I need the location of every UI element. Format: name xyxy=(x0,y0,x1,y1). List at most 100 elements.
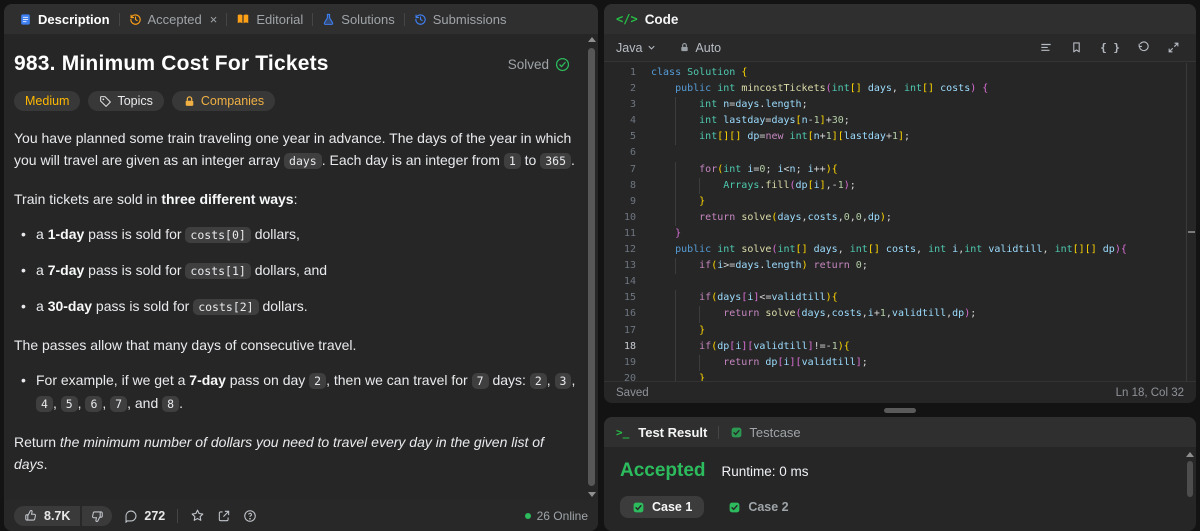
code-line[interactable]: 6 xyxy=(604,145,1186,161)
code-line[interactable]: 14 xyxy=(604,274,1186,290)
expand-icon[interactable] xyxy=(1167,41,1180,54)
description-tabbar: Description Accepted × Editorial Solutions Su… xyxy=(4,4,598,34)
online-count: 26 Online xyxy=(536,508,588,523)
code-line[interactable]: 1 class Solution { xyxy=(604,65,1186,81)
book-orange-icon xyxy=(236,12,250,26)
like-button[interactable]: 8.7K xyxy=(14,505,81,526)
format-icon[interactable] xyxy=(1039,41,1053,55)
code-line[interactable]: 18 if(dp[i][validtill]!=-1){ xyxy=(604,339,1186,355)
tab-separator xyxy=(226,12,228,26)
dislike-button[interactable] xyxy=(82,505,113,526)
inline-code: 1 xyxy=(503,153,521,169)
code-line[interactable]: 19 return dp[i][validtill]; xyxy=(604,355,1186,371)
lock-icon xyxy=(185,95,194,106)
line-number: 11 xyxy=(623,227,636,239)
scrollbar-thumb[interactable] xyxy=(588,48,595,486)
line-number: 9 xyxy=(629,195,636,207)
test-result-content: Accepted Runtime: 0 ms Case 1 Case 2 xyxy=(604,447,1196,518)
help-button[interactable] xyxy=(243,509,257,523)
code-line[interactable]: 4 int lastday=days[n-1]+30; xyxy=(604,113,1186,129)
description-list: a 1-day pass is sold for costs[0] dollar… xyxy=(14,223,576,318)
language-selector[interactable]: Java xyxy=(616,41,657,55)
overview-ruler[interactable] xyxy=(1186,63,1196,381)
code-line[interactable]: 15 if(days[i]<=validtill){ xyxy=(604,290,1186,306)
bookmark-icon[interactable] xyxy=(1070,41,1083,54)
code-text: } xyxy=(675,227,682,239)
panel-resize-handle[interactable] xyxy=(884,408,916,413)
list-item: For example, if we get a 7-day pass on d… xyxy=(14,369,576,415)
line-number: 14 xyxy=(623,276,636,288)
code-line[interactable]: 2 public int mincostTickets(int[] days, … xyxy=(604,81,1186,97)
lock-small-icon xyxy=(681,43,689,52)
comments-button[interactable]: 272 xyxy=(124,509,165,523)
code-line[interactable]: 16 return solve(days,costs,i+1,validtill… xyxy=(604,306,1186,322)
companies-badge[interactable]: Companies xyxy=(171,91,276,111)
code-line[interactable]: 13 if(i>=days.length) return 0; xyxy=(604,258,1186,274)
tab-testcase[interactable]: Testcase xyxy=(730,425,801,440)
tab-submissions[interactable]: Submissions xyxy=(407,4,514,34)
doc-blue-icon xyxy=(19,13,32,26)
autocomplete-toggle[interactable]: Auto xyxy=(679,41,721,55)
vote-group: 8.7K xyxy=(14,505,113,526)
problem-content: 983. Minimum Cost For Tickets Solved Med… xyxy=(4,34,584,500)
thumbs-up-icon xyxy=(25,509,36,521)
test-panel-header: >_ Test Result Testcase xyxy=(604,417,1196,447)
test-scroll-thumb[interactable] xyxy=(1187,461,1193,497)
test-scroll-up[interactable] xyxy=(1186,452,1194,457)
tab-solutions[interactable]: Solutions xyxy=(315,4,401,34)
code-line[interactable]: 8 Arrays.fill(dp[i],-1); xyxy=(604,178,1186,194)
code-line[interactable]: 10 return solve(days,costs,0,0,dp); xyxy=(604,210,1186,226)
scroll-down-arrow[interactable] xyxy=(587,492,596,497)
code-line[interactable]: 7 for(int i=0; i<n; i++){ xyxy=(604,162,1186,178)
braces-icon[interactable]: { } xyxy=(1100,41,1120,54)
topics-badge[interactable]: Topics xyxy=(88,91,164,111)
tab-test-result[interactable]: Test Result xyxy=(638,425,707,440)
favorite-button[interactable] xyxy=(190,508,205,523)
saved-indicator: Saved xyxy=(616,386,649,399)
code-icon: </> xyxy=(616,12,638,26)
description-scrollbar[interactable] xyxy=(587,36,596,498)
tab-accepted[interactable]: Accepted × xyxy=(122,4,225,34)
test-scrollbar[interactable] xyxy=(1186,451,1194,525)
case-button-case-2[interactable]: Case 2 xyxy=(716,496,800,518)
line-number: 4 xyxy=(629,115,636,127)
tab-editorial[interactable]: Editorial xyxy=(229,4,310,34)
reset-icon[interactable] xyxy=(1137,41,1150,54)
line-number: 19 xyxy=(623,356,636,368)
code-line[interactable]: 9 } xyxy=(604,194,1186,210)
code-line[interactable]: 12 public int solve(int[] days, int[] co… xyxy=(604,242,1186,258)
tab-label: Description xyxy=(38,11,110,27)
code-line[interactable]: 20 } xyxy=(604,371,1186,381)
inline-code: 4 xyxy=(36,396,53,412)
code-panel-header: </> Code xyxy=(604,4,1196,34)
problem-description: You have planned some train traveling on… xyxy=(14,127,576,500)
case-label: Case 2 xyxy=(748,500,789,514)
cursor-position: Ln 18, Col 32 xyxy=(1115,386,1184,399)
code-line[interactable]: 5 int[][] dp=new int[n+1][lastday+1]; xyxy=(604,129,1186,145)
code-line[interactable]: 3 int n=days.length; xyxy=(604,97,1186,113)
tab-description[interactable]: Description xyxy=(12,4,117,34)
online-status: 26 Online xyxy=(524,508,588,523)
scroll-up-arrow[interactable] xyxy=(587,37,596,42)
line-number: 17 xyxy=(623,324,636,336)
code-text: return dp[i][validtill]; xyxy=(651,355,868,371)
line-number: 1 xyxy=(629,67,636,78)
history-orange-icon xyxy=(129,13,142,26)
line-number: 8 xyxy=(629,179,636,191)
close-tab-icon[interactable]: × xyxy=(210,13,218,26)
line-number: 20 xyxy=(623,372,636,381)
companies-label: Companies xyxy=(200,94,265,108)
share-button[interactable] xyxy=(217,509,231,523)
cursor-marker xyxy=(1188,231,1195,233)
star-icon xyxy=(191,509,204,521)
case-check-icon xyxy=(633,502,644,512)
tab-label: Editorial xyxy=(256,11,304,27)
case-button-case-1[interactable]: Case 1 xyxy=(620,496,705,518)
description-paragraph: Train tickets are sold in three differen… xyxy=(14,191,298,207)
code-line[interactable]: 11 } xyxy=(604,226,1186,242)
code-line[interactable]: 17 } xyxy=(604,323,1186,339)
code-text: Arrays.fill(dp[i],-1); xyxy=(651,178,856,194)
tab-label: Submissions xyxy=(432,11,507,27)
code-editor[interactable]: 1 class Solution {2 public int mincostTic… xyxy=(604,63,1186,381)
difficulty-badge[interactable]: Medium xyxy=(14,91,81,111)
